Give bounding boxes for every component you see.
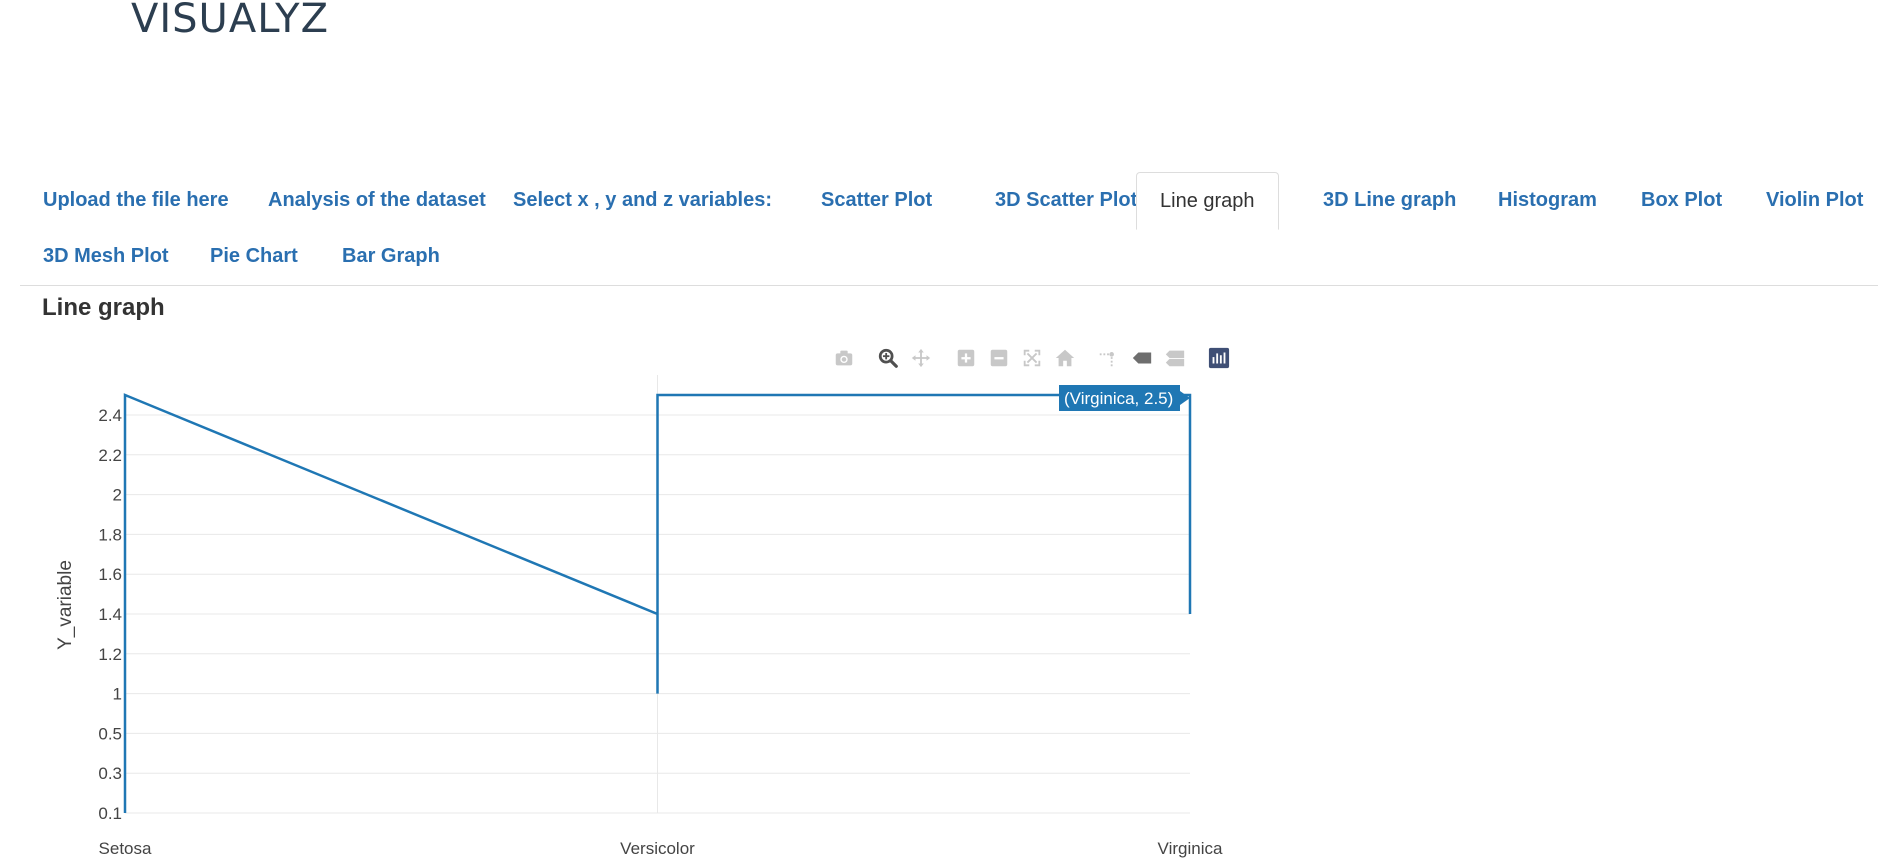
tab-bar: Upload the file here Analysis of the dat… (20, 172, 1878, 286)
tab-select-variables[interactable]: Select x , y and z variables: (490, 172, 795, 228)
hover-text: (Virginica, 2.5) (1064, 389, 1173, 408)
hover-closest-icon[interactable] (1130, 346, 1154, 370)
reset-axes-icon[interactable] (1053, 346, 1077, 370)
autoscale-icon[interactable] (1020, 346, 1044, 370)
y-tick-label: 0.1 (98, 804, 122, 823)
y-tick-label: 2.2 (98, 446, 122, 465)
hover-pointer (1180, 391, 1190, 405)
camera-icon[interactable] (832, 346, 856, 370)
section-title: Line graph (42, 294, 165, 321)
y-tick-label: 1.8 (98, 525, 122, 544)
y-axis-title: Y_variable (55, 560, 76, 650)
x-tick-label: Versicolor (620, 839, 695, 858)
tab-pie-chart[interactable]: Pie Chart (187, 228, 321, 284)
tab-analysis[interactable]: Analysis of the dataset (245, 172, 509, 228)
tab-upload[interactable]: Upload the file here (20, 172, 252, 228)
x-tick-label: Virginica (1158, 839, 1223, 858)
spike-lines-icon[interactable] (1096, 346, 1120, 370)
y-tick-label: 0.5 (98, 724, 122, 743)
y-axis-ticks: 0.1 0.3 0.5 1 1.2 1.4 1.6 1.8 2 2.2 2.4 (98, 406, 122, 823)
hover-label: (Virginica, 2.5) (1059, 385, 1190, 411)
tab-violin-plot[interactable]: Violin Plot (1743, 172, 1886, 228)
y-tick-label: 2 (113, 486, 122, 505)
zoom-icon[interactable] (876, 346, 900, 370)
tab-bar-graph[interactable]: Bar Graph (319, 228, 463, 284)
tab-3d-scatter-plot[interactable]: 3D Scatter Plot (972, 172, 1160, 228)
line-chart[interactable]: 0.1 0.3 0.5 1 1.2 1.4 1.6 1.8 2 2.2 2.4 Setosa Vers… (0, 370, 1260, 860)
y-tick-label: 1.2 (98, 645, 122, 664)
y-tick-label: 0.3 (98, 764, 122, 783)
tab-3d-mesh-plot[interactable]: 3D Mesh Plot (20, 228, 192, 284)
zoom-in-icon[interactable] (954, 346, 978, 370)
y-tick-label: 2.4 (98, 406, 122, 425)
x-axis-ticks: Setosa Versicolor Virginica (99, 839, 1223, 858)
y-tick-label: 1.6 (98, 565, 122, 584)
x-tick-label: Setosa (99, 839, 152, 858)
y-tick-label: 1.4 (98, 605, 122, 624)
hover-compare-icon[interactable] (1163, 346, 1187, 370)
pan-icon[interactable] (909, 346, 933, 370)
y-tick-label: 1 (113, 685, 122, 704)
tab-line-graph[interactable]: Line graph (1136, 172, 1279, 230)
tab-box-plot[interactable]: Box Plot (1618, 172, 1745, 228)
app-title: VISUALYZ (131, 0, 329, 42)
tab-3d-line-graph[interactable]: 3D Line graph (1300, 172, 1479, 228)
plotly-logo-icon[interactable] (1207, 346, 1231, 370)
zoom-out-icon[interactable] (987, 346, 1011, 370)
tab-histogram[interactable]: Histogram (1475, 172, 1620, 228)
tab-scatter-plot[interactable]: Scatter Plot (798, 172, 955, 228)
